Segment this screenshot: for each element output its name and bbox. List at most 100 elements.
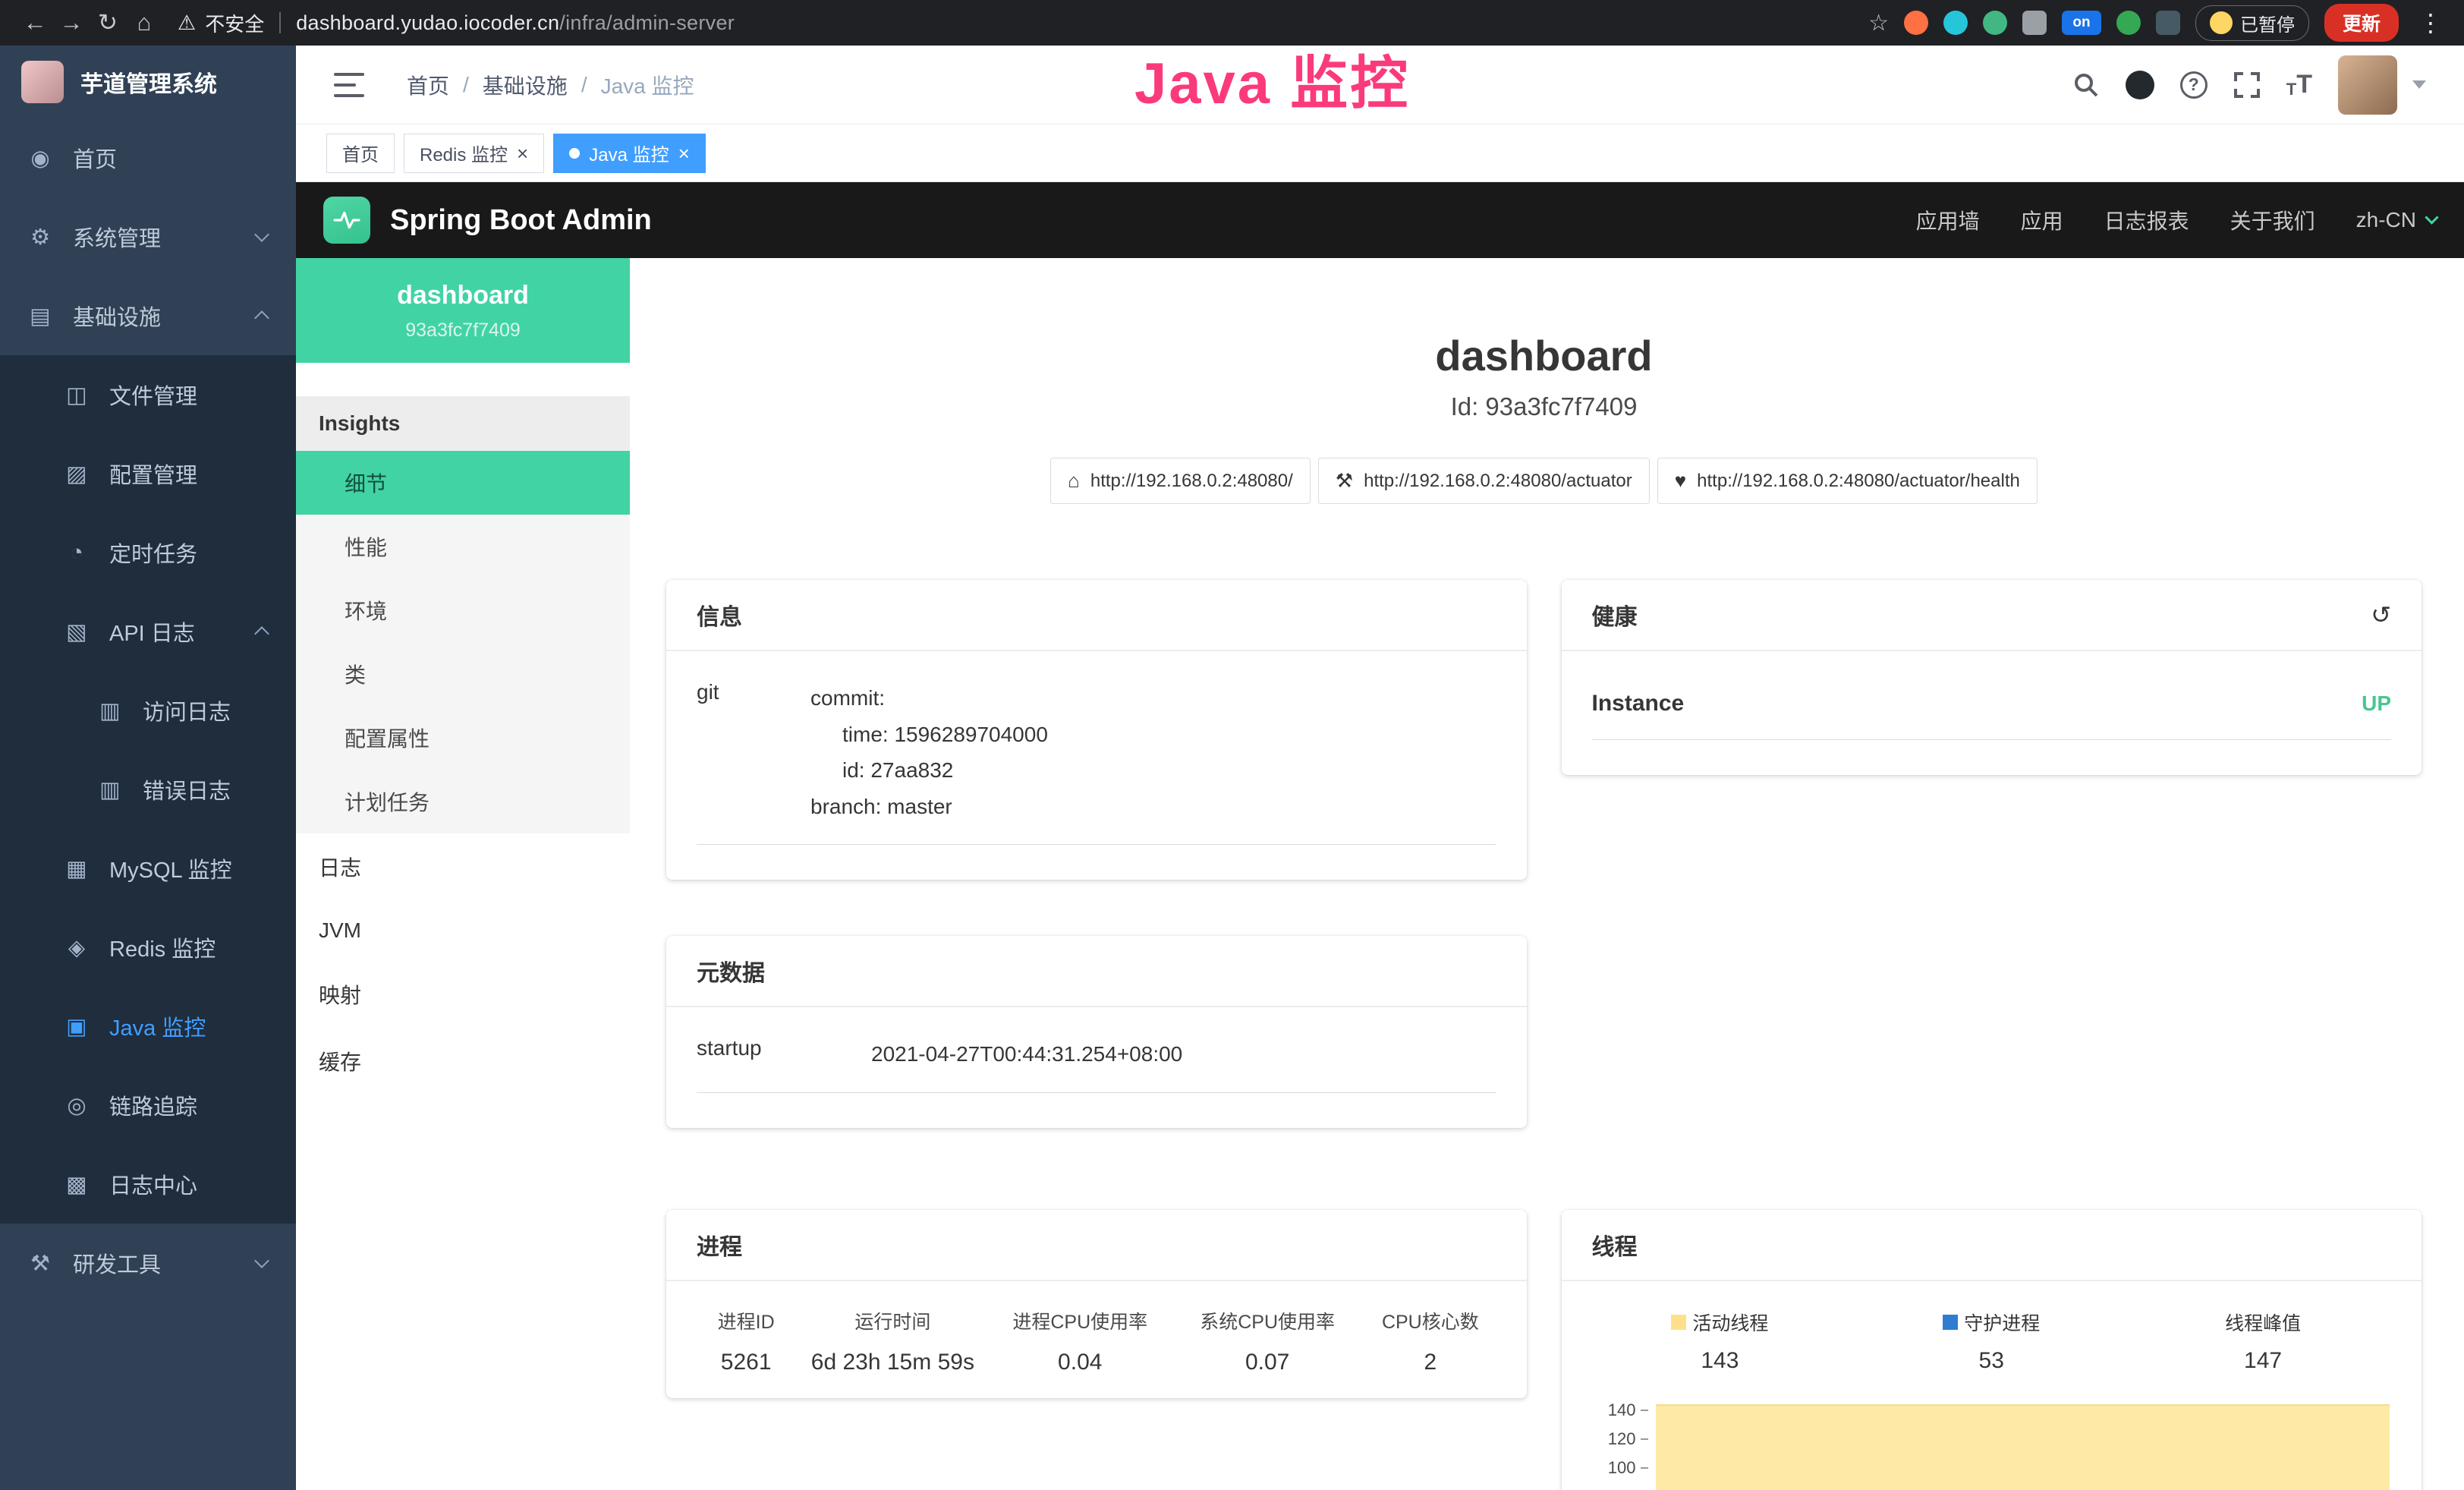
chart-y-axis: 140 120 100 bbox=[1584, 1400, 1653, 1490]
sba-menu-logs[interactable]: 日志 bbox=[296, 833, 630, 900]
sba-menu-scheduled-tasks[interactable]: 计划任务 bbox=[296, 770, 630, 833]
sidebar-item-label: 错误日志 bbox=[143, 773, 231, 805]
sba-nav-wallboard[interactable]: 应用墙 bbox=[1916, 205, 1980, 235]
process-val-uptime: 6d 23h 15m 59s bbox=[803, 1347, 982, 1386]
close-icon[interactable]: × bbox=[517, 143, 528, 163]
log-icon: ▧ bbox=[62, 619, 91, 645]
threads-card: 线程 活动线程 143 bbox=[1562, 1210, 2422, 1490]
health-url-button[interactable]: ♥ http://192.168.0.2:48080/actuator/heal… bbox=[1657, 458, 2038, 504]
sidebar-item-mysql-monitor[interactable]: ▦ MySQL 监控 bbox=[0, 829, 296, 908]
chrome-update-button[interactable]: 更新 bbox=[2324, 4, 2399, 42]
font-size-big-t: T bbox=[2296, 70, 2312, 99]
breadcrumb-separator: / bbox=[463, 73, 469, 97]
sba-menu-metrics[interactable]: 性能 bbox=[296, 515, 630, 578]
extension-icon-4[interactable] bbox=[2022, 11, 2047, 35]
extension-icon-2[interactable] bbox=[1943, 11, 1968, 35]
sba-header: Spring Boot Admin 应用墙 应用 日志报表 关于我们 zh-CN bbox=[296, 182, 2464, 258]
close-icon[interactable]: × bbox=[678, 143, 690, 163]
infrastructure-submenu: ◫ 文件管理 ▨ 配置管理 ◔ 定时任务 ▧ API 日志 ▥ 访问日志 ▥ bbox=[0, 355, 296, 1224]
sidebar-item-label: Redis 监控 bbox=[109, 931, 216, 963]
insights-section-title: Insights bbox=[296, 396, 630, 451]
sba-menu-mappings[interactable]: 映射 bbox=[296, 961, 630, 1028]
extension-on-badge[interactable]: on bbox=[2062, 11, 2101, 35]
sba-nav-journal[interactable]: 日志报表 bbox=[2104, 205, 2189, 235]
bookmark-star-icon[interactable]: ☆ bbox=[1868, 10, 1889, 36]
sidebar-item-config-mgmt[interactable]: ▨ 配置管理 bbox=[0, 434, 296, 513]
sidebar-item-access-logs[interactable]: ▥ 访问日志 bbox=[0, 671, 296, 750]
home-icon: ⌂ bbox=[1068, 469, 1080, 493]
doc-icon: ▥ bbox=[96, 698, 124, 724]
sba-nav-about[interactable]: 关于我们 bbox=[2230, 205, 2315, 235]
health-card-title: 健康 bbox=[1592, 598, 1638, 632]
service-url-button[interactable]: ⌂ http://192.168.0.2:48080/ bbox=[1050, 458, 1311, 504]
sidebar-collapse-icon[interactable] bbox=[334, 73, 364, 97]
locale-label: zh-CN bbox=[2356, 208, 2416, 232]
instance-header[interactable]: dashboard 93a3fc7f7409 bbox=[296, 258, 630, 363]
browser-actions: ☆ on 已暂停 更新 ⋮ bbox=[1868, 4, 2447, 42]
cards-grid: 信息 git commit: time: 1596289704000 id: 2… bbox=[666, 580, 2422, 1490]
sba-body: dashboard 93a3fc7f7409 Insights 细节 性能 环境… bbox=[296, 258, 2464, 1490]
vue-devtools-icon[interactable] bbox=[1983, 11, 2007, 35]
sba-locale-select[interactable]: zh-CN bbox=[2356, 208, 2437, 232]
search-icon[interactable] bbox=[2072, 71, 2100, 99]
extension-icon-6[interactable] bbox=[2116, 11, 2141, 35]
sba-menu-details[interactable]: 细节 bbox=[296, 451, 630, 515]
fullscreen-icon[interactable] bbox=[2233, 71, 2261, 99]
chevron-down-icon bbox=[254, 1253, 269, 1268]
home-icon[interactable]: ⌂ bbox=[126, 9, 162, 36]
paused-extension-chip[interactable]: 已暂停 bbox=[2195, 5, 2309, 41]
app-logo[interactable]: 芋道管理系统 bbox=[0, 46, 296, 118]
monitor-icon: ▣ bbox=[62, 1013, 91, 1040]
sidebar-item-label: 访问日志 bbox=[143, 695, 231, 726]
sba-menu-environment[interactable]: 环境 bbox=[296, 578, 630, 642]
tools-icon: ⚒ bbox=[26, 1250, 55, 1277]
forward-icon[interactable]: → bbox=[53, 9, 90, 36]
sidebar-item-system-mgmt[interactable]: ⚙ 系统管理 bbox=[0, 197, 296, 276]
process-col-pid: 进程ID bbox=[689, 1303, 803, 1347]
history-icon[interactable]: ↺ bbox=[2371, 600, 2391, 629]
tab-home[interactable]: 首页 bbox=[326, 134, 395, 173]
sidebar-item-api-logs[interactable]: ▧ API 日志 bbox=[0, 592, 296, 671]
sidebar-item-infrastructure[interactable]: ▤ 基础设施 bbox=[0, 276, 296, 355]
reload-icon[interactable]: ↻ bbox=[90, 9, 126, 36]
tab-java-monitor[interactable]: Java 监控 × bbox=[553, 134, 706, 173]
tab-redis-monitor[interactable]: Redis 监控 × bbox=[404, 134, 544, 173]
help-icon[interactable]: ? bbox=[2180, 71, 2208, 99]
security-chip[interactable]: ⚠ 不安全 bbox=[178, 9, 264, 37]
smiley-icon bbox=[2210, 11, 2233, 34]
sidebar-item-java-monitor[interactable]: ▣ Java 监控 bbox=[0, 987, 296, 1066]
extension-icon-1[interactable] bbox=[1904, 11, 1928, 35]
sidebar-item-redis-monitor[interactable]: ◈ Redis 监控 bbox=[0, 908, 296, 987]
breadcrumb-infrastructure[interactable]: 基础设施 bbox=[483, 70, 568, 100]
actuator-url-button[interactable]: ⚒ http://192.168.0.2:48080/actuator bbox=[1318, 458, 1650, 504]
sidebar-item-log-center[interactable]: ▩ 日志中心 bbox=[0, 1145, 296, 1224]
health-instance-row[interactable]: Instance UP bbox=[1592, 680, 2392, 740]
sidebar-item-home[interactable]: ◉ 首页 bbox=[0, 118, 296, 197]
address-bar[interactable]: dashboard.yudao.iocoder.cn/infra/admin-s… bbox=[296, 11, 735, 35]
git-value: commit: time: 1596289704000 id: 27aa832 … bbox=[810, 680, 1048, 824]
instance-id: 93a3fc7f7409 bbox=[304, 320, 622, 342]
extension-icon-7[interactable] bbox=[2156, 11, 2180, 35]
tab-bar: 首页 Redis 监控 × Java 监控 × bbox=[296, 124, 2464, 182]
github-icon[interactable] bbox=[2126, 71, 2154, 99]
sidebar-item-scheduled-tasks[interactable]: ◔ 定时任务 bbox=[0, 513, 296, 592]
sba-menu-caches[interactable]: 缓存 bbox=[296, 1028, 630, 1095]
sidebar-item-error-logs[interactable]: ▥ 错误日志 bbox=[0, 750, 296, 829]
status-badge: UP bbox=[2362, 691, 2391, 716]
sba-menu-config-props[interactable]: 配置属性 bbox=[296, 706, 630, 770]
sba-menu-jvm[interactable]: JVM bbox=[296, 900, 630, 961]
metadata-card-title: 元数据 bbox=[697, 954, 765, 988]
sba-menu-classes[interactable]: 类 bbox=[296, 642, 630, 706]
sidebar-item-dev-tools[interactable]: ⚒ 研发工具 bbox=[0, 1224, 296, 1303]
font-size-icon[interactable]: TT bbox=[2286, 70, 2312, 99]
user-avatar[interactable] bbox=[2338, 55, 2397, 115]
sidebar-item-label: API 日志 bbox=[109, 616, 195, 647]
sba-nav-applications[interactable]: 应用 bbox=[2021, 205, 2063, 235]
instance-id-line: Id: 93a3fc7f7409 bbox=[666, 392, 2422, 421]
back-icon[interactable]: ← bbox=[17, 9, 53, 36]
breadcrumb-home[interactable]: 首页 bbox=[407, 70, 449, 100]
sidebar-item-file-mgmt[interactable]: ◫ 文件管理 bbox=[0, 355, 296, 434]
page-title: dashboard bbox=[666, 331, 2422, 380]
sidebar-item-trace[interactable]: ◎ 链路追踪 bbox=[0, 1066, 296, 1145]
browser-menu-icon[interactable]: ⋮ bbox=[2414, 8, 2447, 37]
